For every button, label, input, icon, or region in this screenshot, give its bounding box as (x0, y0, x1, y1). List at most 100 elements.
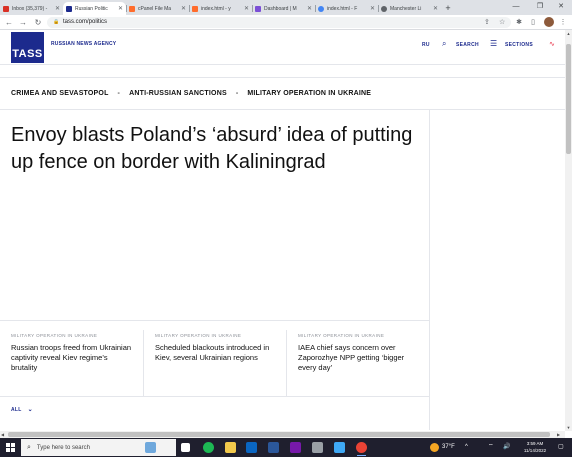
close-tab-icon[interactable]: ✕ (118, 5, 123, 12)
volume-icon[interactable]: 🔊 (503, 442, 510, 453)
horizontal-scroll-thumb[interactable] (8, 432, 550, 437)
tab-title: Manchester Li (390, 5, 422, 12)
tab-index-file[interactable]: index.html - F ✕ (315, 2, 378, 15)
language-switch-ru[interactable]: RU (422, 42, 430, 48)
windows-taskbar: ⌕ Type here to search 37°F ^ ⌔ 🔊 3:59 AM… (0, 438, 572, 457)
clock-time: 3:59 AM (526, 441, 544, 446)
search-link[interactable]: SEARCH (456, 42, 479, 48)
close-tab-icon[interactable]: ✕ (55, 5, 60, 12)
card-category[interactable]: MILITARY OPERATION IN UKRAINE (155, 333, 275, 338)
news-card[interactable]: MILITARY OPERATION IN UKRAINE IAEA chief… (286, 330, 429, 396)
scroll-right-icon[interactable]: ▶ (557, 431, 560, 438)
search-icon[interactable]: ⌕ (442, 39, 446, 49)
close-tab-icon[interactable]: ✕ (370, 5, 375, 12)
gmail-icon (3, 5, 9, 12)
bookmark-star-icon[interactable]: ☆ (499, 17, 505, 28)
topic-crimea[interactable]: CRIMEA AND SEVASTOPOL (11, 90, 109, 97)
all-news-dropdown[interactable]: ALL ⌄ (11, 406, 33, 414)
cards-bottom-divider (0, 396, 429, 397)
all-label[interactable]: ALL (11, 407, 22, 413)
tab-title: Russian Politic (75, 5, 108, 12)
tab-dashboard[interactable]: Dashboard | M ✕ (252, 2, 315, 15)
profile-avatar[interactable] (544, 17, 554, 27)
forward-icon[interactable]: → (18, 17, 28, 28)
card-title[interactable]: Scheduled blackouts introduced in Kiev, … (155, 343, 275, 363)
menu-icon[interactable]: ☰ (490, 39, 497, 49)
tab-tass[interactable]: Russian Politic ✕ (63, 2, 126, 15)
address-bar[interactable]: 🔒 tass.com/politics ⇪ ☆ (47, 17, 511, 28)
search-icon: ⌕ (27, 443, 31, 451)
notification-icon[interactable]: ▢ (558, 442, 564, 453)
tass-logo[interactable]: TASS (11, 32, 44, 63)
onenote-icon[interactable] (290, 442, 301, 453)
card-category[interactable]: MILITARY OPERATION IN UKRAINE (11, 333, 132, 338)
tab-title: index.html - F (327, 5, 358, 12)
agency-tagline: RUSSIAN NEWS AGENCY (51, 41, 117, 47)
globe-icon (381, 5, 387, 12)
live-feed-icon[interactable]: ∿ (549, 40, 555, 48)
scroll-left-icon[interactable]: ◀ (1, 431, 4, 438)
search-highlight-icon[interactable] (145, 442, 156, 453)
extensions-icon[interactable]: ✱ (514, 17, 524, 28)
tab-title: Dashboard | M (264, 5, 297, 12)
tray-caret-icon[interactable]: ^ (465, 442, 468, 453)
close-window-icon[interactable]: ✕ (551, 0, 571, 15)
maximize-icon[interactable]: ❐ (530, 0, 550, 15)
side-panel-icon[interactable]: ▯ (528, 17, 538, 28)
topic-separator: - (117, 89, 121, 97)
topic-military-operation[interactable]: MILITARY OPERATION IN UKRAINE (247, 90, 371, 97)
topics-bar: CRIMEA AND SEVASTOPOL - ANTI-RUSSIAN SAN… (11, 88, 371, 98)
chevron-down-icon[interactable]: ⌄ (28, 406, 33, 413)
horizontal-scrollbar[interactable]: ◀ ▶ (0, 431, 565, 438)
weather-temperature[interactable]: 37°F (442, 442, 455, 453)
weather-icon[interactable] (430, 443, 439, 452)
close-tab-icon[interactable]: ✕ (181, 5, 186, 12)
word-icon[interactable] (268, 442, 279, 453)
tab-cpanel[interactable]: cPanel File Ma ✕ (126, 2, 189, 15)
outlook-icon[interactable] (246, 442, 257, 453)
task-view-icon[interactable] (181, 443, 190, 452)
windows-start-icon[interactable] (6, 443, 15, 452)
tass-favicon-icon (66, 5, 72, 12)
file-explorer-icon[interactable] (225, 442, 236, 453)
topic-sanctions[interactable]: ANTI-RUSSIAN SANCTIONS (129, 90, 227, 97)
todo-icon[interactable] (334, 442, 345, 453)
chrome-menu-icon[interactable]: ⋮ (558, 17, 568, 28)
topics-bottom-divider (0, 109, 565, 110)
reload-icon[interactable]: ↻ (33, 17, 43, 28)
news-card[interactable]: MILITARY OPERATION IN UKRAINE Russian tr… (0, 330, 143, 396)
system-clock[interactable]: 3:59 AM 11/14/2022 (520, 440, 550, 454)
minimize-icon[interactable]: — (506, 0, 526, 15)
share-icon[interactable]: ⇪ (484, 17, 490, 28)
spotify-icon[interactable] (203, 442, 214, 453)
new-tab-button[interactable]: + (441, 2, 455, 15)
app-icon[interactable] (312, 442, 323, 453)
browser-tab-strip: Inbox (35,379) - ✕ Russian Politic ✕ cPa… (0, 0, 572, 15)
tab-gmail[interactable]: Inbox (35,379) - ✕ (0, 2, 63, 15)
close-tab-icon[interactable]: ✕ (307, 5, 312, 12)
back-icon[interactable]: ← (4, 17, 14, 28)
scroll-down-icon[interactable]: ▼ (565, 425, 572, 430)
close-tab-icon[interactable]: ✕ (433, 5, 438, 12)
sections-link[interactable]: SECTIONS (505, 42, 533, 48)
vertical-scroll-thumb[interactable] (566, 44, 571, 154)
search-placeholder: Type here to search (36, 444, 90, 451)
card-title[interactable]: Russian troops freed from Ukrainian capt… (11, 343, 132, 373)
tab-manchester[interactable]: Manchester Li ✕ (378, 2, 441, 15)
file-icon (318, 5, 324, 12)
browser-toolbar: ← → ↻ 🔒 tass.com/politics ⇪ ☆ ✱ ▯ ⋮ (0, 15, 572, 30)
main-headline[interactable]: Envoy blasts Poland’s ‘absurd’ idea of p… (11, 122, 416, 176)
lock-icon[interactable]: 🔒 (53, 19, 59, 25)
card-category[interactable]: MILITARY OPERATION IN UKRAINE (298, 333, 418, 338)
vertical-scrollbar[interactable]: ▲ ▼ (565, 30, 572, 431)
chrome-icon[interactable] (356, 442, 367, 456)
tab-index-editor[interactable]: index.html - y ✕ (189, 2, 252, 15)
close-tab-icon[interactable]: ✕ (244, 5, 249, 12)
news-card[interactable]: MILITARY OPERATION IN UKRAINE Scheduled … (143, 330, 286, 396)
clock-date: 11/14/2022 (523, 448, 547, 453)
wifi-icon[interactable]: ⌔ (488, 442, 494, 453)
url-text[interactable]: tass.com/politics (63, 18, 107, 27)
card-title[interactable]: IAEA chief says concern over Zaporozhye … (298, 343, 418, 373)
scroll-up-icon[interactable]: ▲ (565, 31, 572, 36)
cpanel-icon (192, 5, 198, 12)
